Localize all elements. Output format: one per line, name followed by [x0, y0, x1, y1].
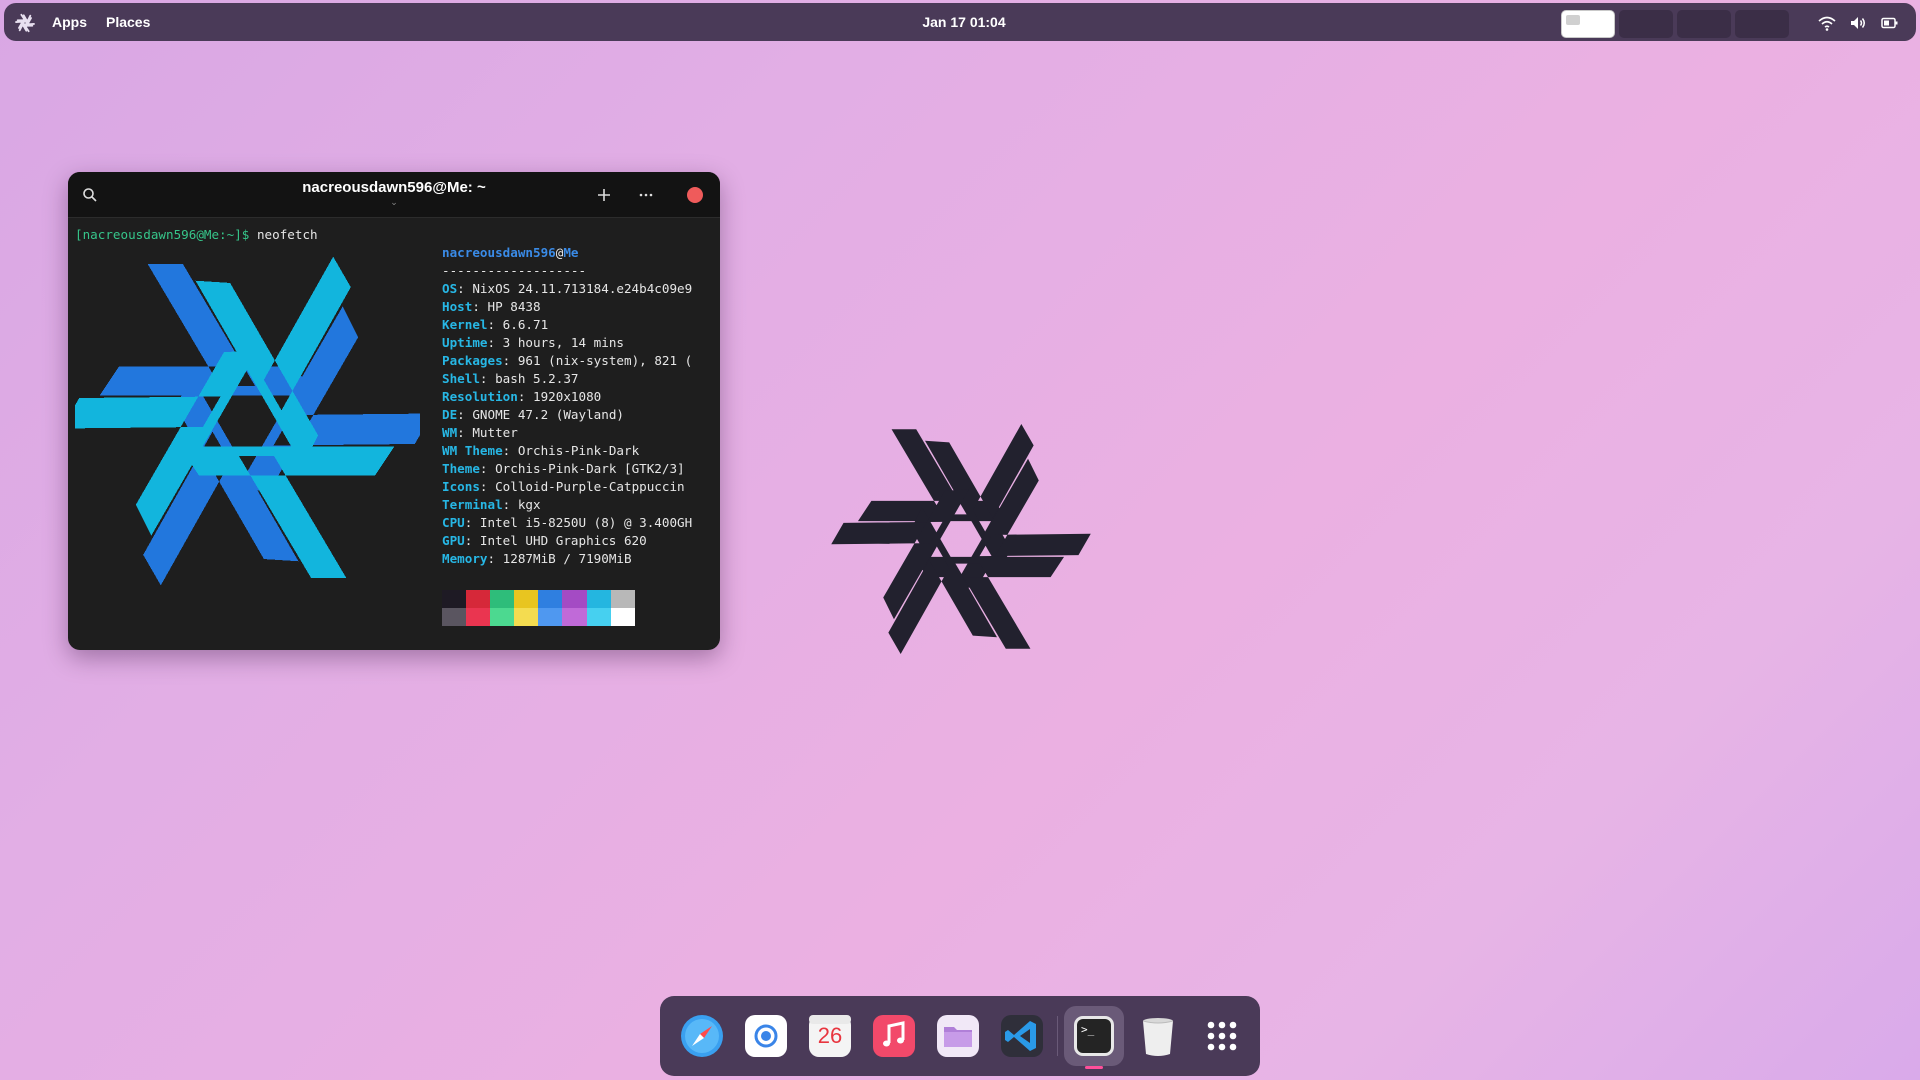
- menu-dots-icon[interactable]: [637, 186, 655, 204]
- close-button[interactable]: [687, 187, 703, 203]
- user-host-line: nacreousdawn596@Me: [442, 244, 714, 262]
- safari-icon[interactable]: [678, 1012, 726, 1060]
- running-indicator: [1085, 1066, 1103, 1069]
- normal-swatch-2: [490, 590, 515, 608]
- nixos-ascii-logo: [75, 256, 420, 586]
- info-row-kernel: Kernel: 6.6.71: [442, 317, 549, 332]
- title-dropdown-icon[interactable]: ⌄: [68, 197, 720, 208]
- info-separator: -------------------: [442, 263, 587, 278]
- prompt: [nacreousdawn596@Me:~]$: [75, 227, 250, 242]
- terminal-icon[interactable]: >_: [1070, 1012, 1118, 1060]
- info-row-terminal: Terminal: kgx: [442, 497, 541, 512]
- top-bar: Apps Places Jan 17 01:04: [4, 3, 1916, 41]
- info-row-memory: Memory: 1287MiB / 7190MiB: [442, 551, 632, 566]
- normal-swatch-3: [514, 590, 539, 608]
- dock-separator: [1057, 1016, 1058, 1056]
- terminal-bg-icon: [1074, 1016, 1114, 1056]
- terminal-title: nacreousdawn596@Me: ~: [302, 179, 486, 196]
- info-row-shell: Shell: bash 5.2.37: [442, 371, 579, 386]
- info-row-resolution: Resolution: 1920x1080: [442, 389, 602, 404]
- info-row-host: Host: HP 8438: [442, 299, 541, 314]
- chromium-icon[interactable]: [742, 1012, 790, 1060]
- workspace-4[interactable]: [1735, 10, 1789, 38]
- desktop-nixos-logo: [831, 424, 1091, 654]
- bright-swatch-3: [514, 608, 539, 626]
- info-row-cpu: CPU: Intel i5-8250U (8) @ 3.400GH: [442, 515, 693, 530]
- bright-swatch-7: [610, 608, 635, 626]
- command-text: neofetch: [249, 227, 318, 242]
- apps-menu[interactable]: Apps: [52, 14, 87, 30]
- info-row-os: OS: NixOS 24.11.713184.e24b4c09e9: [442, 281, 693, 296]
- wifi-icon[interactable]: [1818, 14, 1836, 32]
- normal-swatch-4: [538, 590, 563, 608]
- calendar-icon[interactable]: 26: [806, 1012, 854, 1060]
- info-row-uptime: Uptime: 3 hours, 14 mins: [442, 335, 624, 350]
- trash-icon[interactable]: [1134, 1012, 1182, 1060]
- clock[interactable]: Jan 17 01:04: [904, 14, 1024, 30]
- normal-swatch-5: [562, 590, 587, 608]
- normal-swatch-1: [466, 590, 491, 608]
- battery-icon[interactable]: [1881, 14, 1899, 32]
- bright-swatch-1: [466, 608, 491, 626]
- info-row-gpu: GPU: Intel UHD Graphics 620: [442, 533, 647, 548]
- palette-row-bright: [442, 608, 635, 626]
- nixos-logo-icon[interactable]: [14, 12, 36, 34]
- volume-icon[interactable]: [1849, 14, 1867, 32]
- workspace-1[interactable]: [1561, 10, 1615, 38]
- workspace-3[interactable]: [1677, 10, 1731, 38]
- music-icon[interactable]: [870, 1012, 918, 1060]
- info-row-de: DE: GNOME 47.2 (Wayland): [442, 407, 624, 422]
- calendar-day: 26: [817, 1023, 843, 1048]
- info-row-wm-theme: WM Theme: Orchis-Pink-Dark: [442, 443, 640, 458]
- terminal-glyph: >_: [1081, 1023, 1095, 1036]
- info-host: Me: [563, 245, 579, 260]
- bright-swatch-5: [562, 608, 587, 626]
- palette-row-normal: [442, 590, 635, 608]
- bright-swatch-4: [538, 608, 563, 626]
- dock: 26 >_: [660, 996, 1260, 1076]
- info-user: nacreousdawn596: [442, 245, 556, 260]
- normal-swatch-6: [586, 590, 611, 608]
- info-row-packages: Packages: 961 (nix-system), 821 (: [442, 353, 693, 368]
- bright-swatch-2: [490, 608, 515, 626]
- bright-swatch-0: [442, 608, 467, 626]
- info-row-theme: Theme: Orchis-Pink-Dark [GTK2/3]: [442, 461, 685, 476]
- normal-swatch-0: [442, 590, 467, 608]
- prompt-line: [nacreousdawn596@Me:~]$ neofetch: [75, 226, 714, 244]
- new-tab-icon[interactable]: [595, 186, 613, 204]
- places-menu[interactable]: Places: [106, 14, 150, 30]
- bright-swatch-6: [586, 608, 611, 626]
- info-row-icons: Icons: Colloid-Purple-Catppuccin: [442, 479, 685, 494]
- normal-swatch-7: [610, 590, 635, 608]
- terminal-window[interactable]: nacreousdawn596@Me: ~ ⌄ [nacreousdawn596…: [68, 172, 720, 650]
- files-icon[interactable]: [934, 1012, 982, 1060]
- app-grid-icon[interactable]: [1198, 1012, 1246, 1060]
- vscode-icon[interactable]: [998, 1012, 1046, 1060]
- info-row-wm: WM: Mutter: [442, 425, 518, 440]
- system-info: nacreousdawn596@Me ------------------- O…: [442, 244, 714, 568]
- terminal-output[interactable]: [nacreousdawn596@Me:~]$ neofetch nacreou…: [75, 226, 714, 650]
- terminal-headerbar[interactable]: nacreousdawn596@Me: ~ ⌄: [68, 172, 720, 218]
- color-palette: [442, 590, 635, 626]
- workspace-2[interactable]: [1619, 10, 1673, 38]
